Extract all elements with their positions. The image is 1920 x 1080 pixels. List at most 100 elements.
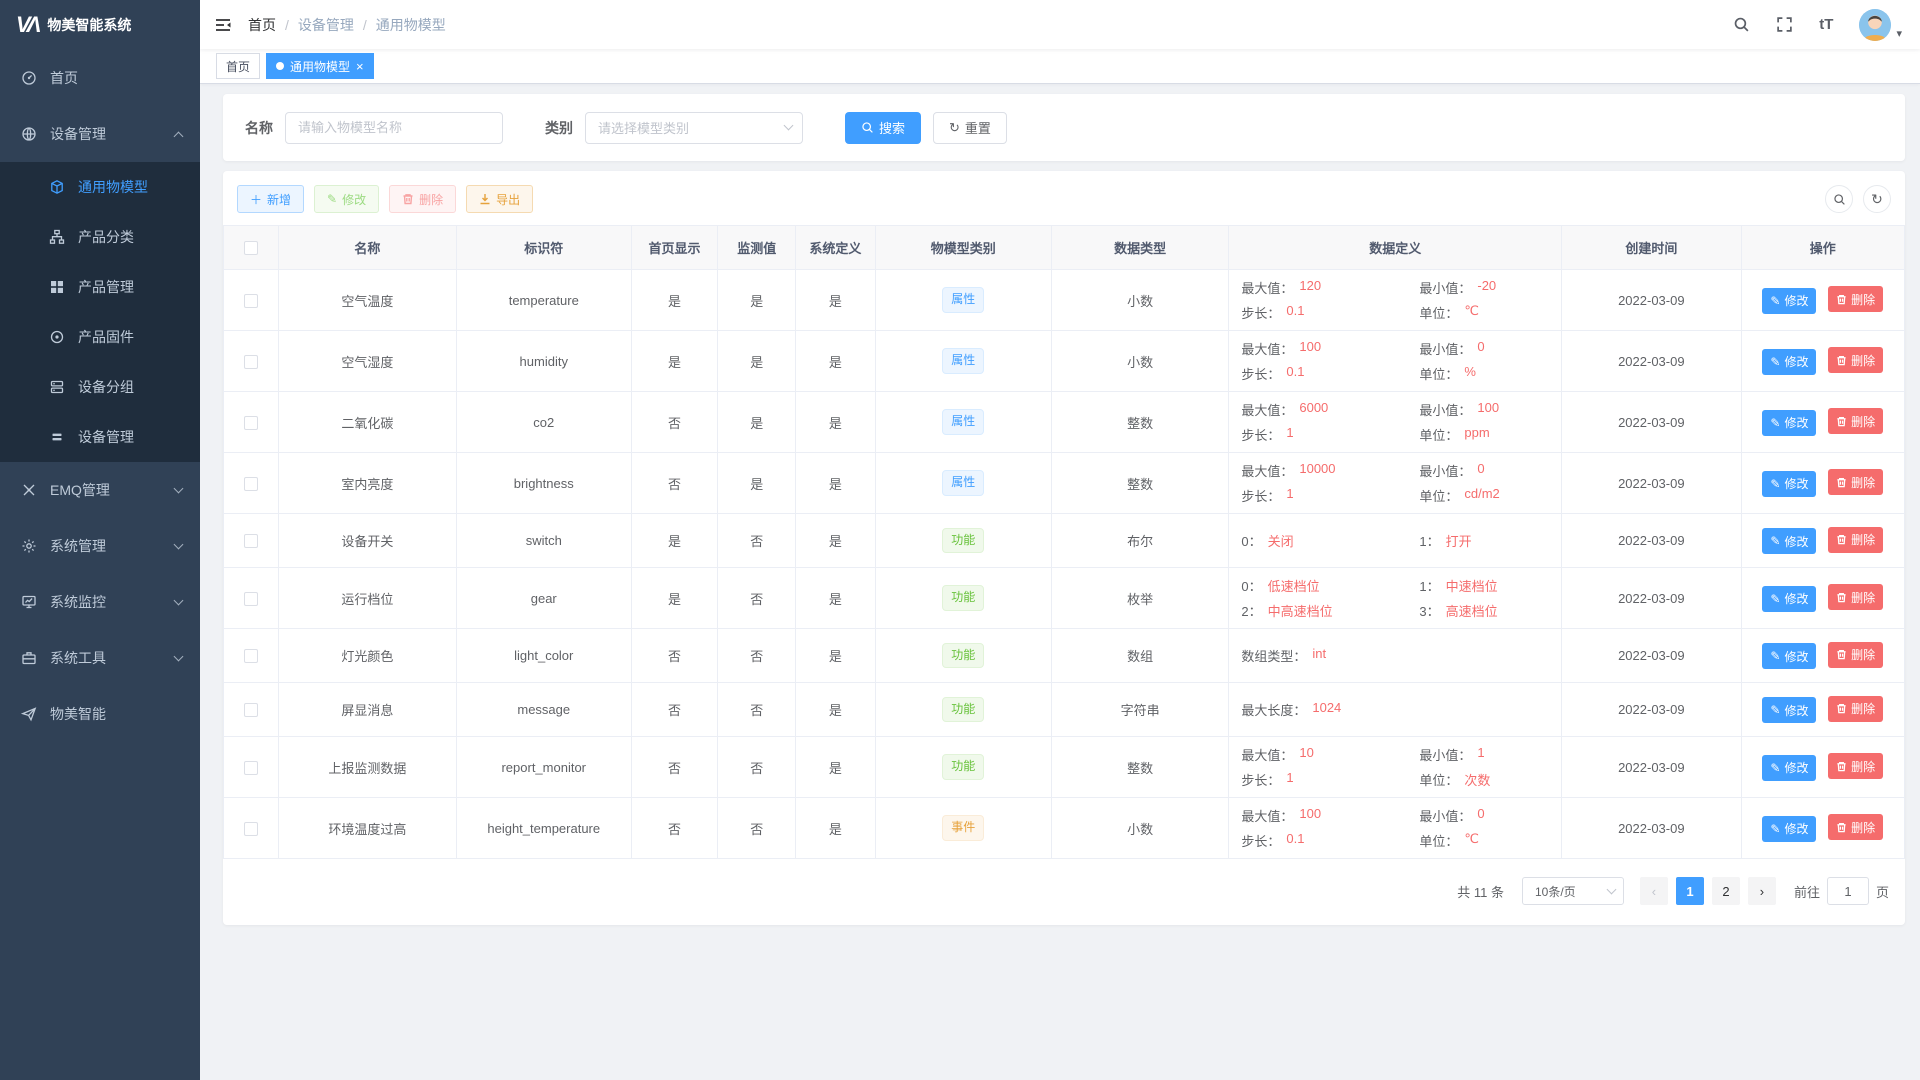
reset-button[interactable]: ↻ 重置 xyxy=(933,112,1007,144)
close-icon[interactable]: × xyxy=(356,60,364,73)
row-edit-button[interactable]: ✎ 修改 xyxy=(1762,755,1816,781)
total-count: 共 11 条 xyxy=(1457,882,1504,901)
cell-system-defined: 是 xyxy=(796,514,875,568)
delete-button[interactable]: 删除 xyxy=(389,185,456,213)
category-filter-select[interactable]: 请选择模型类别 xyxy=(585,112,803,144)
row-delete-button[interactable]: 删除 xyxy=(1828,286,1883,312)
goto-page-input[interactable] xyxy=(1827,877,1869,905)
search-icon[interactable] xyxy=(1733,16,1750,33)
breadcrumb-device-management[interactable]: 设备管理 xyxy=(298,15,354,35)
app-logo[interactable]: VΛ 物美智能系统 xyxy=(0,0,200,50)
search-button[interactable]: 搜索 xyxy=(845,112,921,144)
edit-button[interactable]: ✎ 修改 xyxy=(314,185,379,213)
cell-system-defined: 是 xyxy=(796,737,875,798)
row-edit-button[interactable]: ✎ 修改 xyxy=(1762,697,1816,723)
category-badge: 功能 xyxy=(942,754,984,779)
sidebar-item-thing-model[interactable]: 通用物模型 xyxy=(0,162,200,212)
row-checkbox[interactable] xyxy=(244,761,258,775)
row-edit-button[interactable]: ✎ 修改 xyxy=(1762,349,1816,375)
row-delete-button[interactable]: 删除 xyxy=(1828,408,1883,434)
row-edit-button[interactable]: ✎ 修改 xyxy=(1762,288,1816,314)
pagination: 共 11 条 10条/页 ‹ 1 2 › 前往 页 xyxy=(223,859,1905,925)
page-size-select[interactable]: 10条/页 xyxy=(1522,877,1624,905)
row-delete-button[interactable]: 删除 xyxy=(1828,527,1883,553)
definition-pair: 最小值：1 xyxy=(1419,745,1549,764)
cell-home-display: 否 xyxy=(631,392,717,453)
sidebar-item-device-group[interactable]: 设备分组 xyxy=(0,362,200,412)
prev-page-button[interactable]: ‹ xyxy=(1640,877,1668,905)
row-edit-button[interactable]: ✎ 修改 xyxy=(1762,586,1816,612)
definition-value: 10000 xyxy=(1299,461,1335,480)
name-filter-input[interactable] xyxy=(285,112,503,144)
page-button-2[interactable]: 2 xyxy=(1712,877,1740,905)
select-all-checkbox[interactable] xyxy=(244,241,258,255)
sidebar-item-device-mgmt[interactable]: 设备管理 xyxy=(0,412,200,462)
sidebar-item-system-management[interactable]: 系统管理 xyxy=(0,518,200,574)
column-header: 监测值 xyxy=(718,226,796,270)
sidebar-item-product-category[interactable]: 产品分类 xyxy=(0,212,200,262)
row-delete-button[interactable]: 删除 xyxy=(1828,469,1883,495)
sidebar-item-device-management[interactable]: 设备管理 xyxy=(0,106,200,162)
definition-key: 单位： xyxy=(1419,831,1458,850)
cell-actions: ✎ 修改 删除 xyxy=(1741,798,1904,859)
row-checkbox[interactable] xyxy=(244,703,258,717)
sidebar-item-product-firmware[interactable]: 产品固件 xyxy=(0,312,200,362)
sidebar-item-product-management[interactable]: 产品管理 xyxy=(0,262,200,312)
definition-value: ℃ xyxy=(1464,303,1479,322)
tab-thing-model[interactable]: 通用物模型 × xyxy=(266,53,374,79)
page-unit-label: 页 xyxy=(1876,882,1889,901)
fullscreen-icon[interactable] xyxy=(1776,16,1793,33)
data-definition: 0：低速档位1：中速档位2：中高速档位3：高速档位 xyxy=(1241,576,1549,620)
row-delete-button[interactable]: 删除 xyxy=(1828,814,1883,840)
tab-home[interactable]: 首页 xyxy=(216,53,260,79)
page-button-1[interactable]: 1 xyxy=(1676,877,1704,905)
row-checkbox[interactable] xyxy=(244,294,258,308)
row-checkbox[interactable] xyxy=(244,822,258,836)
cell-category: 属性 xyxy=(875,392,1051,453)
row-edit-button[interactable]: ✎ 修改 xyxy=(1762,471,1816,497)
sidebar-item-label: 设备分组 xyxy=(78,377,134,397)
row-delete-button[interactable]: 删除 xyxy=(1828,696,1883,722)
refresh-button[interactable]: ↻ xyxy=(1863,185,1891,213)
sidebar-item-wumei-smart[interactable]: 物美智能 xyxy=(0,686,200,742)
definition-pair: 最大值：120 xyxy=(1241,278,1409,297)
definition-pair: 最小值：0 xyxy=(1419,806,1549,825)
definition-pair: 最大值：100 xyxy=(1241,339,1409,358)
row-edit-button[interactable]: ✎ 修改 xyxy=(1762,410,1816,436)
sidebar-item-label: 通用物模型 xyxy=(78,177,148,197)
sidebar-item-system-tools[interactable]: 系统工具 xyxy=(0,630,200,686)
definition-pair: 最小值：-20 xyxy=(1419,278,1549,297)
sidebar-item-emq[interactable]: EMQ管理 xyxy=(0,462,200,518)
row-checkbox[interactable] xyxy=(244,649,258,663)
row-delete-button[interactable]: 删除 xyxy=(1828,584,1883,610)
row-checkbox[interactable] xyxy=(244,416,258,430)
definition-pair: 单位：cd/m2 xyxy=(1419,486,1549,505)
row-checkbox[interactable] xyxy=(244,477,258,491)
column-header: 操作 xyxy=(1741,226,1904,270)
add-button[interactable]: ＋ 新增 xyxy=(237,185,304,213)
row-checkbox[interactable] xyxy=(244,592,258,606)
cell-identifier: height_temperature xyxy=(456,798,631,859)
row-checkbox[interactable] xyxy=(244,534,258,548)
sidebar-item-system-monitor[interactable]: 系统监控 xyxy=(0,574,200,630)
row-delete-button[interactable]: 删除 xyxy=(1828,642,1883,668)
row-edit-button[interactable]: ✎ 修改 xyxy=(1762,528,1816,554)
row-edit-button[interactable]: ✎ 修改 xyxy=(1762,816,1816,842)
cell-data-definition: 0：关闭1：打开 xyxy=(1229,514,1562,568)
row-edit-button[interactable]: ✎ 修改 xyxy=(1762,643,1816,669)
toggle-search-button[interactable] xyxy=(1825,185,1853,213)
trash-icon xyxy=(1836,822,1847,833)
row-delete-button[interactable]: 删除 xyxy=(1828,347,1883,373)
row-checkbox[interactable] xyxy=(244,355,258,369)
sidebar-item-home[interactable]: 首页 xyxy=(0,50,200,106)
user-menu[interactable]: ▾ xyxy=(1859,9,1902,41)
breadcrumb-home[interactable]: 首页 xyxy=(248,15,276,35)
font-size-icon[interactable]: tT xyxy=(1819,16,1833,33)
row-delete-button[interactable]: 删除 xyxy=(1828,753,1883,779)
avatar[interactable] xyxy=(1859,9,1891,41)
collapse-sidebar-icon[interactable] xyxy=(214,17,232,33)
target-icon xyxy=(48,329,66,345)
next-page-button[interactable]: › xyxy=(1748,877,1776,905)
cell-category: 属性 xyxy=(875,331,1051,392)
export-button[interactable]: 导出 xyxy=(466,185,533,213)
